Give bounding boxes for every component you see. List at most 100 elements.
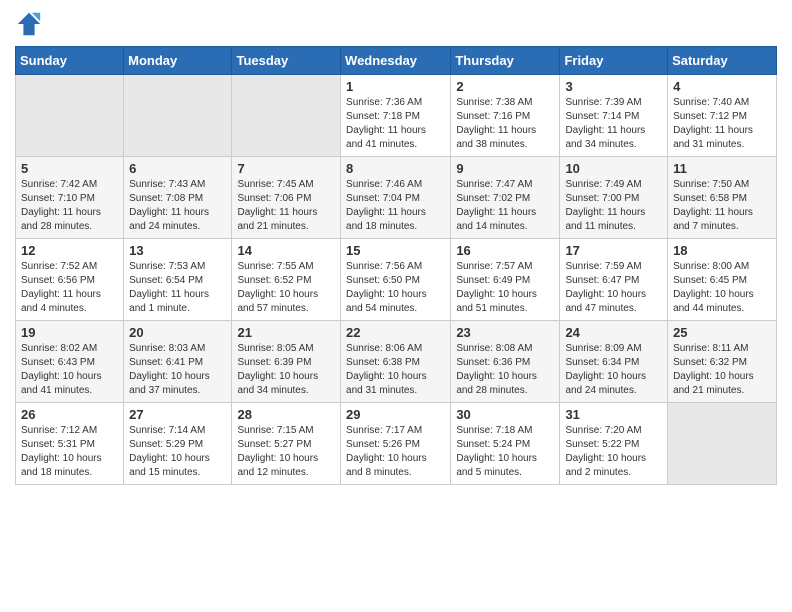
- day-number: 16: [456, 243, 554, 258]
- weekday-header: Saturday: [668, 47, 777, 75]
- day-number: 17: [565, 243, 662, 258]
- calendar-cell: 19 Sunrise: 8:02 AM Sunset: 6:43 PM Dayli…: [16, 321, 124, 403]
- calendar-week-row: 12 Sunrise: 7:52 AM Sunset: 6:56 PM Dayli…: [16, 239, 777, 321]
- calendar-header-row: SundayMondayTuesdayWednesdayThursdayFrid…: [16, 47, 777, 75]
- calendar-page: SundayMondayTuesdayWednesdayThursdayFrid…: [0, 0, 792, 612]
- day-number: 20: [129, 325, 226, 340]
- calendar-cell: 29 Sunrise: 7:17 AM Sunset: 5:26 PM Dayli…: [341, 403, 451, 485]
- day-info: Sunrise: 7:55 AM Sunset: 6:52 PM Dayligh…: [237, 260, 335, 316]
- day-number: 2: [456, 79, 554, 94]
- day-number: 14: [237, 243, 335, 258]
- day-number: 10: [565, 161, 662, 176]
- calendar-cell: 13Sunrise: 7:53 AM Sunset: 6:54 PM Dayli…: [124, 239, 232, 321]
- calendar-cell: 31Sunrise: 7:20 AM Sunset: 5:22 PM Dayli…: [560, 403, 668, 485]
- day-info: Sunrise: 7:14 AM Sunset: 5:29 PM Dayligh…: [129, 424, 226, 480]
- day-info: Sunrise: 7:20 AM Sunset: 5:22 PM Dayligh…: [565, 424, 662, 480]
- day-number: 3: [565, 79, 662, 94]
- weekday-header: Sunday: [16, 47, 124, 75]
- day-number: 6: [129, 161, 226, 176]
- day-info: Sunrise: 7:56 AM Sunset: 6:50 PM Dayligh…: [346, 260, 445, 316]
- calendar-cell: 27 Sunrise: 7:14 AM Sunset: 5:29 PM Dayli…: [124, 403, 232, 485]
- day-number: 19: [21, 325, 118, 340]
- calendar-cell: [668, 403, 777, 485]
- calendar-week-row: 19 Sunrise: 8:02 AM Sunset: 6:43 PM Dayli…: [16, 321, 777, 403]
- day-info: Sunrise: 7:47 AM Sunset: 7:02 PM Dayligh…: [456, 178, 554, 234]
- day-info: Sunrise: 8:11 AM Sunset: 6:32 PM Dayligh…: [673, 342, 771, 398]
- page-header: [15, 10, 777, 38]
- weekday-header: Monday: [124, 47, 232, 75]
- day-info: Sunrise: 7:52 AM Sunset: 6:56 PM Dayligh…: [21, 260, 118, 316]
- calendar-cell: 7Sunrise: 7:45 AM Sunset: 7:06 PM Daylig…: [232, 157, 341, 239]
- calendar-cell: 28 Sunrise: 7:15 AM Sunset: 5:27 PM Dayli…: [232, 403, 341, 485]
- day-info: Sunrise: 7:12 AM Sunset: 5:31 PM Dayligh…: [21, 424, 118, 480]
- day-number: 13: [129, 243, 226, 258]
- weekday-header: Friday: [560, 47, 668, 75]
- day-number: 4: [673, 79, 771, 94]
- day-info: Sunrise: 7:40 AM Sunset: 7:12 PM Dayligh…: [673, 96, 771, 152]
- day-number: 8: [346, 161, 445, 176]
- day-number: 27: [129, 407, 226, 422]
- day-info: Sunrise: 7:59 AM Sunset: 6:47 PM Dayligh…: [565, 260, 662, 316]
- day-number: 11: [673, 161, 771, 176]
- calendar-cell: 12 Sunrise: 7:52 AM Sunset: 6:56 PM Dayli…: [16, 239, 124, 321]
- calendar-cell: 8 Sunrise: 7:46 AM Sunset: 7:04 PM Daylig…: [341, 157, 451, 239]
- calendar-cell: 11 Sunrise: 7:50 AM Sunset: 6:58 PM Dayli…: [668, 157, 777, 239]
- day-number: 21: [237, 325, 335, 340]
- calendar-cell: 26Sunrise: 7:12 AM Sunset: 5:31 PM Dayli…: [16, 403, 124, 485]
- day-number: 18: [673, 243, 771, 258]
- logo-icon: [15, 10, 43, 38]
- day-info: Sunrise: 8:00 AM Sunset: 6:45 PM Dayligh…: [673, 260, 771, 316]
- day-info: Sunrise: 7:36 AM Sunset: 7:18 PM Dayligh…: [346, 96, 445, 152]
- calendar-cell: 18 Sunrise: 8:00 AM Sunset: 6:45 PM Dayli…: [668, 239, 777, 321]
- day-info: Sunrise: 7:43 AM Sunset: 7:08 PM Dayligh…: [129, 178, 226, 234]
- calendar-cell: 22 Sunrise: 8:06 AM Sunset: 6:38 PM Dayli…: [341, 321, 451, 403]
- day-number: 29: [346, 407, 445, 422]
- weekday-header: Thursday: [451, 47, 560, 75]
- day-info: Sunrise: 7:42 AM Sunset: 7:10 PM Dayligh…: [21, 178, 118, 234]
- calendar-cell: 25 Sunrise: 8:11 AM Sunset: 6:32 PM Dayli…: [668, 321, 777, 403]
- calendar-week-row: 5Sunrise: 7:42 AM Sunset: 7:10 PM Daylig…: [16, 157, 777, 239]
- calendar-cell: 23Sunrise: 8:08 AM Sunset: 6:36 PM Dayli…: [451, 321, 560, 403]
- day-number: 25: [673, 325, 771, 340]
- calendar-cell: [124, 75, 232, 157]
- day-info: Sunrise: 7:18 AM Sunset: 5:24 PM Dayligh…: [456, 424, 554, 480]
- calendar-cell: 16 Sunrise: 7:57 AM Sunset: 6:49 PM Dayli…: [451, 239, 560, 321]
- calendar-cell: 5Sunrise: 7:42 AM Sunset: 7:10 PM Daylig…: [16, 157, 124, 239]
- day-info: Sunrise: 8:05 AM Sunset: 6:39 PM Dayligh…: [237, 342, 335, 398]
- calendar-cell: 21 Sunrise: 8:05 AM Sunset: 6:39 PM Dayli…: [232, 321, 341, 403]
- day-number: 28: [237, 407, 335, 422]
- day-info: Sunrise: 7:17 AM Sunset: 5:26 PM Dayligh…: [346, 424, 445, 480]
- calendar-cell: 15Sunrise: 7:56 AM Sunset: 6:50 PM Dayli…: [341, 239, 451, 321]
- day-number: 7: [237, 161, 335, 176]
- calendar-cell: 3 Sunrise: 7:39 AM Sunset: 7:14 PM Daylig…: [560, 75, 668, 157]
- weekday-header: Wednesday: [341, 47, 451, 75]
- calendar-cell: 2 Sunrise: 7:38 AM Sunset: 7:16 PM Daylig…: [451, 75, 560, 157]
- day-info: Sunrise: 7:57 AM Sunset: 6:49 PM Dayligh…: [456, 260, 554, 316]
- day-info: Sunrise: 7:38 AM Sunset: 7:16 PM Dayligh…: [456, 96, 554, 152]
- calendar-cell: 20 Sunrise: 8:03 AM Sunset: 6:41 PM Dayli…: [124, 321, 232, 403]
- calendar-cell: 4 Sunrise: 7:40 AM Sunset: 7:12 PM Daylig…: [668, 75, 777, 157]
- calendar-cell: [16, 75, 124, 157]
- calendar-cell: 30Sunrise: 7:18 AM Sunset: 5:24 PM Dayli…: [451, 403, 560, 485]
- day-info: Sunrise: 7:49 AM Sunset: 7:00 PM Dayligh…: [565, 178, 662, 234]
- calendar-week-row: 26Sunrise: 7:12 AM Sunset: 5:31 PM Dayli…: [16, 403, 777, 485]
- calendar-cell: 10 Sunrise: 7:49 AM Sunset: 7:00 PM Dayli…: [560, 157, 668, 239]
- day-number: 12: [21, 243, 118, 258]
- day-info: Sunrise: 8:06 AM Sunset: 6:38 PM Dayligh…: [346, 342, 445, 398]
- calendar-table: SundayMondayTuesdayWednesdayThursdayFrid…: [15, 46, 777, 485]
- day-info: Sunrise: 8:02 AM Sunset: 6:43 PM Dayligh…: [21, 342, 118, 398]
- calendar-cell: 6 Sunrise: 7:43 AM Sunset: 7:08 PM Daylig…: [124, 157, 232, 239]
- day-number: 22: [346, 325, 445, 340]
- calendar-cell: 17 Sunrise: 7:59 AM Sunset: 6:47 PM Dayli…: [560, 239, 668, 321]
- calendar-cell: [232, 75, 341, 157]
- weekday-header: Tuesday: [232, 47, 341, 75]
- calendar-week-row: 1Sunrise: 7:36 AM Sunset: 7:18 PM Daylig…: [16, 75, 777, 157]
- day-info: Sunrise: 7:46 AM Sunset: 7:04 PM Dayligh…: [346, 178, 445, 234]
- day-info: Sunrise: 7:50 AM Sunset: 6:58 PM Dayligh…: [673, 178, 771, 234]
- day-info: Sunrise: 7:15 AM Sunset: 5:27 PM Dayligh…: [237, 424, 335, 480]
- calendar-cell: 24Sunrise: 8:09 AM Sunset: 6:34 PM Dayli…: [560, 321, 668, 403]
- day-info: Sunrise: 8:03 AM Sunset: 6:41 PM Dayligh…: [129, 342, 226, 398]
- day-info: Sunrise: 8:09 AM Sunset: 6:34 PM Dayligh…: [565, 342, 662, 398]
- day-number: 9: [456, 161, 554, 176]
- day-info: Sunrise: 7:39 AM Sunset: 7:14 PM Dayligh…: [565, 96, 662, 152]
